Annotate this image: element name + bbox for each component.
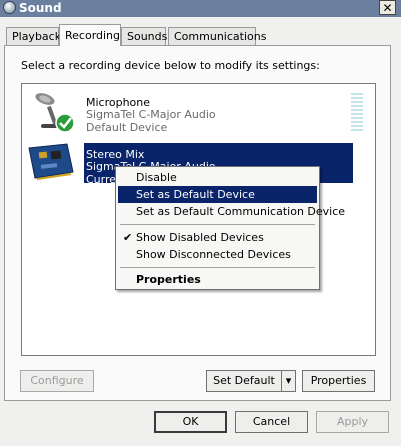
device-item-microphone[interactable]: Microphone SigmaTel C-Major Audio Defaul…: [22, 87, 375, 137]
menu-item-set-default-device[interactable]: Set as Default Device: [118, 186, 317, 203]
menu-item-properties[interactable]: Properties: [118, 271, 317, 288]
cancel-button[interactable]: Cancel: [235, 411, 308, 433]
device-status: Default Device: [86, 121, 168, 134]
device-driver: SigmaTel C-Major Audio: [86, 108, 216, 121]
close-icon: ✕: [382, 1, 393, 15]
window-title: Sound: [19, 1, 62, 15]
menu-item-disable[interactable]: Disable: [118, 169, 317, 186]
menu-separator: [120, 224, 315, 225]
sound-card-icon: [28, 143, 74, 180]
tab-playback[interactable]: Playback: [6, 27, 61, 45]
menu-item-show-disabled[interactable]: ✔ Show Disabled Devices: [118, 229, 317, 246]
configure-button[interactable]: Configure: [20, 370, 94, 392]
instruction-text: Select a recording device below to modif…: [21, 59, 320, 72]
ok-button[interactable]: OK: [154, 411, 227, 433]
checkmark-icon: ✔: [123, 231, 133, 244]
chevron-down-icon: ▾: [285, 374, 292, 387]
close-button[interactable]: ✕: [379, 0, 396, 15]
microphone-icon: [35, 93, 75, 133]
menu-separator: [120, 267, 315, 268]
sound-app-icon: [3, 1, 16, 14]
menu-item-show-disconnected[interactable]: Show Disconnected Devices: [118, 246, 317, 263]
set-default-dropdown-button[interactable]: ▾: [281, 370, 296, 392]
set-default-button[interactable]: Set Default: [206, 370, 282, 392]
apply-button[interactable]: Apply: [316, 411, 389, 433]
default-check-icon: [55, 113, 75, 133]
level-meter: [351, 93, 363, 131]
window-titlebar: Sound ✕: [0, 0, 401, 17]
menu-item-set-default-communication[interactable]: Set as Default Communication Device: [118, 203, 345, 220]
tab-recording[interactable]: Recording: [59, 24, 121, 46]
properties-button[interactable]: Properties: [302, 370, 375, 392]
tab-sounds[interactable]: Sounds: [121, 27, 167, 45]
context-menu: Disable Set as Default Device Set as Def…: [115, 166, 345, 290]
menu-item-label: Show Disabled Devices: [136, 231, 264, 244]
tab-communications[interactable]: Communications: [168, 27, 266, 45]
